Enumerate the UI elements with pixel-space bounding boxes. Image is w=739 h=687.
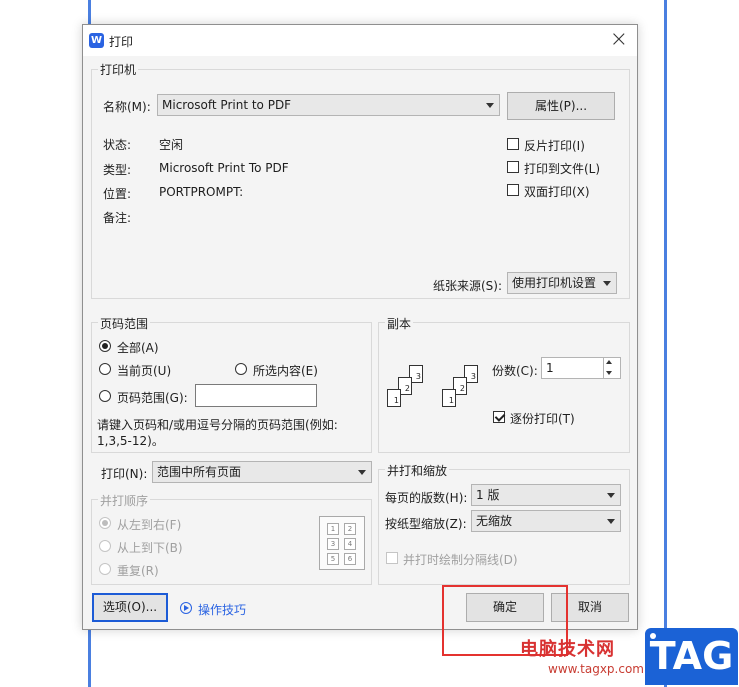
tag-logo-badge: TAG [645,628,738,685]
page-range-legend: 页码范围 [98,315,151,332]
wps-app-icon: W [89,33,104,48]
duplex-print-checkbox[interactable] [507,184,519,196]
draw-borders-checkbox[interactable] [386,552,398,564]
order-cell: 1 [327,523,339,535]
copies-count-value: 1 [546,361,554,375]
print-dialog: W 打印 × 打印机 名称(M): Microsoft Print to PDF… [82,24,638,630]
order-repeat-radio[interactable] [99,563,111,575]
range-all-label[interactable]: 全部(A) [117,339,159,356]
range-selection-radio[interactable] [235,363,247,375]
scale-select[interactable]: 无缩放 [471,510,621,532]
location-value: PORTPROMPT: [159,185,244,199]
zoom-legend: 并打和缩放 [385,462,450,479]
printer-name-select[interactable]: Microsoft Print to PDF [157,94,500,116]
reverse-print-label[interactable]: 反片打印(I) [524,137,585,154]
order-preview-grid: 1 2 3 4 5 6 [319,516,365,570]
play-help-icon[interactable] [180,602,192,614]
collate-label[interactable]: 逐份打印(T) [510,410,575,427]
location-label: 位置: [103,187,132,201]
order-cell: 3 [327,538,339,550]
document-edge-right [664,0,667,687]
paper-source-select[interactable]: 使用打印机设置 [507,272,617,294]
status-label: 状态: [103,138,132,152]
type-label: 类型: [103,163,132,177]
duplex-print-label[interactable]: 双面打印(X) [524,183,590,200]
chevron-down-icon [486,103,494,108]
watermark-site-name: 电脑技术网 [520,639,615,660]
arrow-down-icon [606,371,612,375]
page-1: 1 [387,389,401,407]
order-top-bottom-label[interactable]: 从上到下(B) [117,539,183,556]
range-current-radio[interactable] [99,363,111,375]
pages-per-sheet-select[interactable]: 1 版 [471,484,621,506]
print-what-select[interactable]: 范围中所有页面 [152,461,372,483]
title-bar: W 打印 × [83,25,637,56]
draw-borders-label[interactable]: 并打时绘制分隔线(D) [403,551,518,568]
copies-count-input[interactable]: 1 [541,357,621,379]
order-cell: 2 [344,523,356,535]
print-to-file-checkbox[interactable] [507,161,519,173]
page-1: 1 [442,389,456,407]
chevron-down-icon [358,470,366,475]
range-current-label[interactable]: 当前页(U) [117,362,171,379]
pages-per-sheet-value: 1 版 [476,488,500,502]
scale-label: 按纸型缩放(Z): [385,517,467,531]
comment-label: 备注: [103,211,132,225]
copies-count-label: 份数(C): [492,364,538,378]
paper-source-value: 使用打印机设置 [512,276,597,290]
printer-name-label: 名称(M): [103,100,151,114]
order-cell: 5 [327,553,339,565]
chevron-down-icon [607,493,615,498]
copies-group [378,322,630,453]
order-left-right-label[interactable]: 从左到右(F) [117,516,181,533]
page-range-hint: 请键入页码和/或用逗号分隔的页码范围(例如: [97,418,338,432]
range-all-radio[interactable] [99,340,111,352]
options-button[interactable]: 选项(O)... [92,593,168,622]
chevron-down-icon [603,281,611,286]
order-left-right-radio[interactable] [99,517,111,529]
order-cell: 4 [344,538,356,550]
chevron-down-icon [607,519,615,524]
properties-button[interactable]: 属性(P)... [507,92,615,120]
printer-name-value: Microsoft Print to PDF [162,98,292,112]
print-what-label: 打印(N): [101,467,148,481]
close-icon[interactable]: × [610,27,628,53]
order-cell: 6 [344,553,356,565]
page-range-hint-example: 1,3,5-12)。 [97,434,164,448]
pages-per-sheet-label: 每页的版数(H): [385,491,468,505]
paper-source-label: 纸张来源(S): [433,279,503,293]
reverse-print-checkbox[interactable] [507,138,519,150]
range-selection-label[interactable]: 所选内容(E) [253,362,318,379]
print-what-value: 范围中所有页面 [157,465,242,479]
order-top-bottom-radio[interactable] [99,540,111,552]
order-repeat-label[interactable]: 重复(R) [117,562,159,579]
copies-spin-up[interactable] [603,358,615,368]
page-range-input[interactable] [195,384,317,407]
collate-order-legend: 并打顺序 [98,492,151,509]
range-pages-radio[interactable] [99,390,111,402]
scale-value: 无缩放 [476,514,513,528]
type-value: Microsoft Print To PDF [159,161,289,175]
range-pages-label[interactable]: 页码范围(G): [117,389,188,406]
arrow-up-icon [606,360,612,364]
window-title: 打印 [109,35,134,49]
printer-legend: 打印机 [98,61,139,78]
tips-link[interactable]: 操作技巧 [198,601,246,618]
print-to-file-label[interactable]: 打印到文件(L) [524,160,600,177]
copies-spin-down[interactable] [603,368,615,378]
copies-legend: 副本 [385,315,414,332]
status-value: 空闲 [159,138,184,152]
watermark-url: www.tagxp.com [548,662,644,676]
collate-checkbox[interactable] [493,411,505,423]
